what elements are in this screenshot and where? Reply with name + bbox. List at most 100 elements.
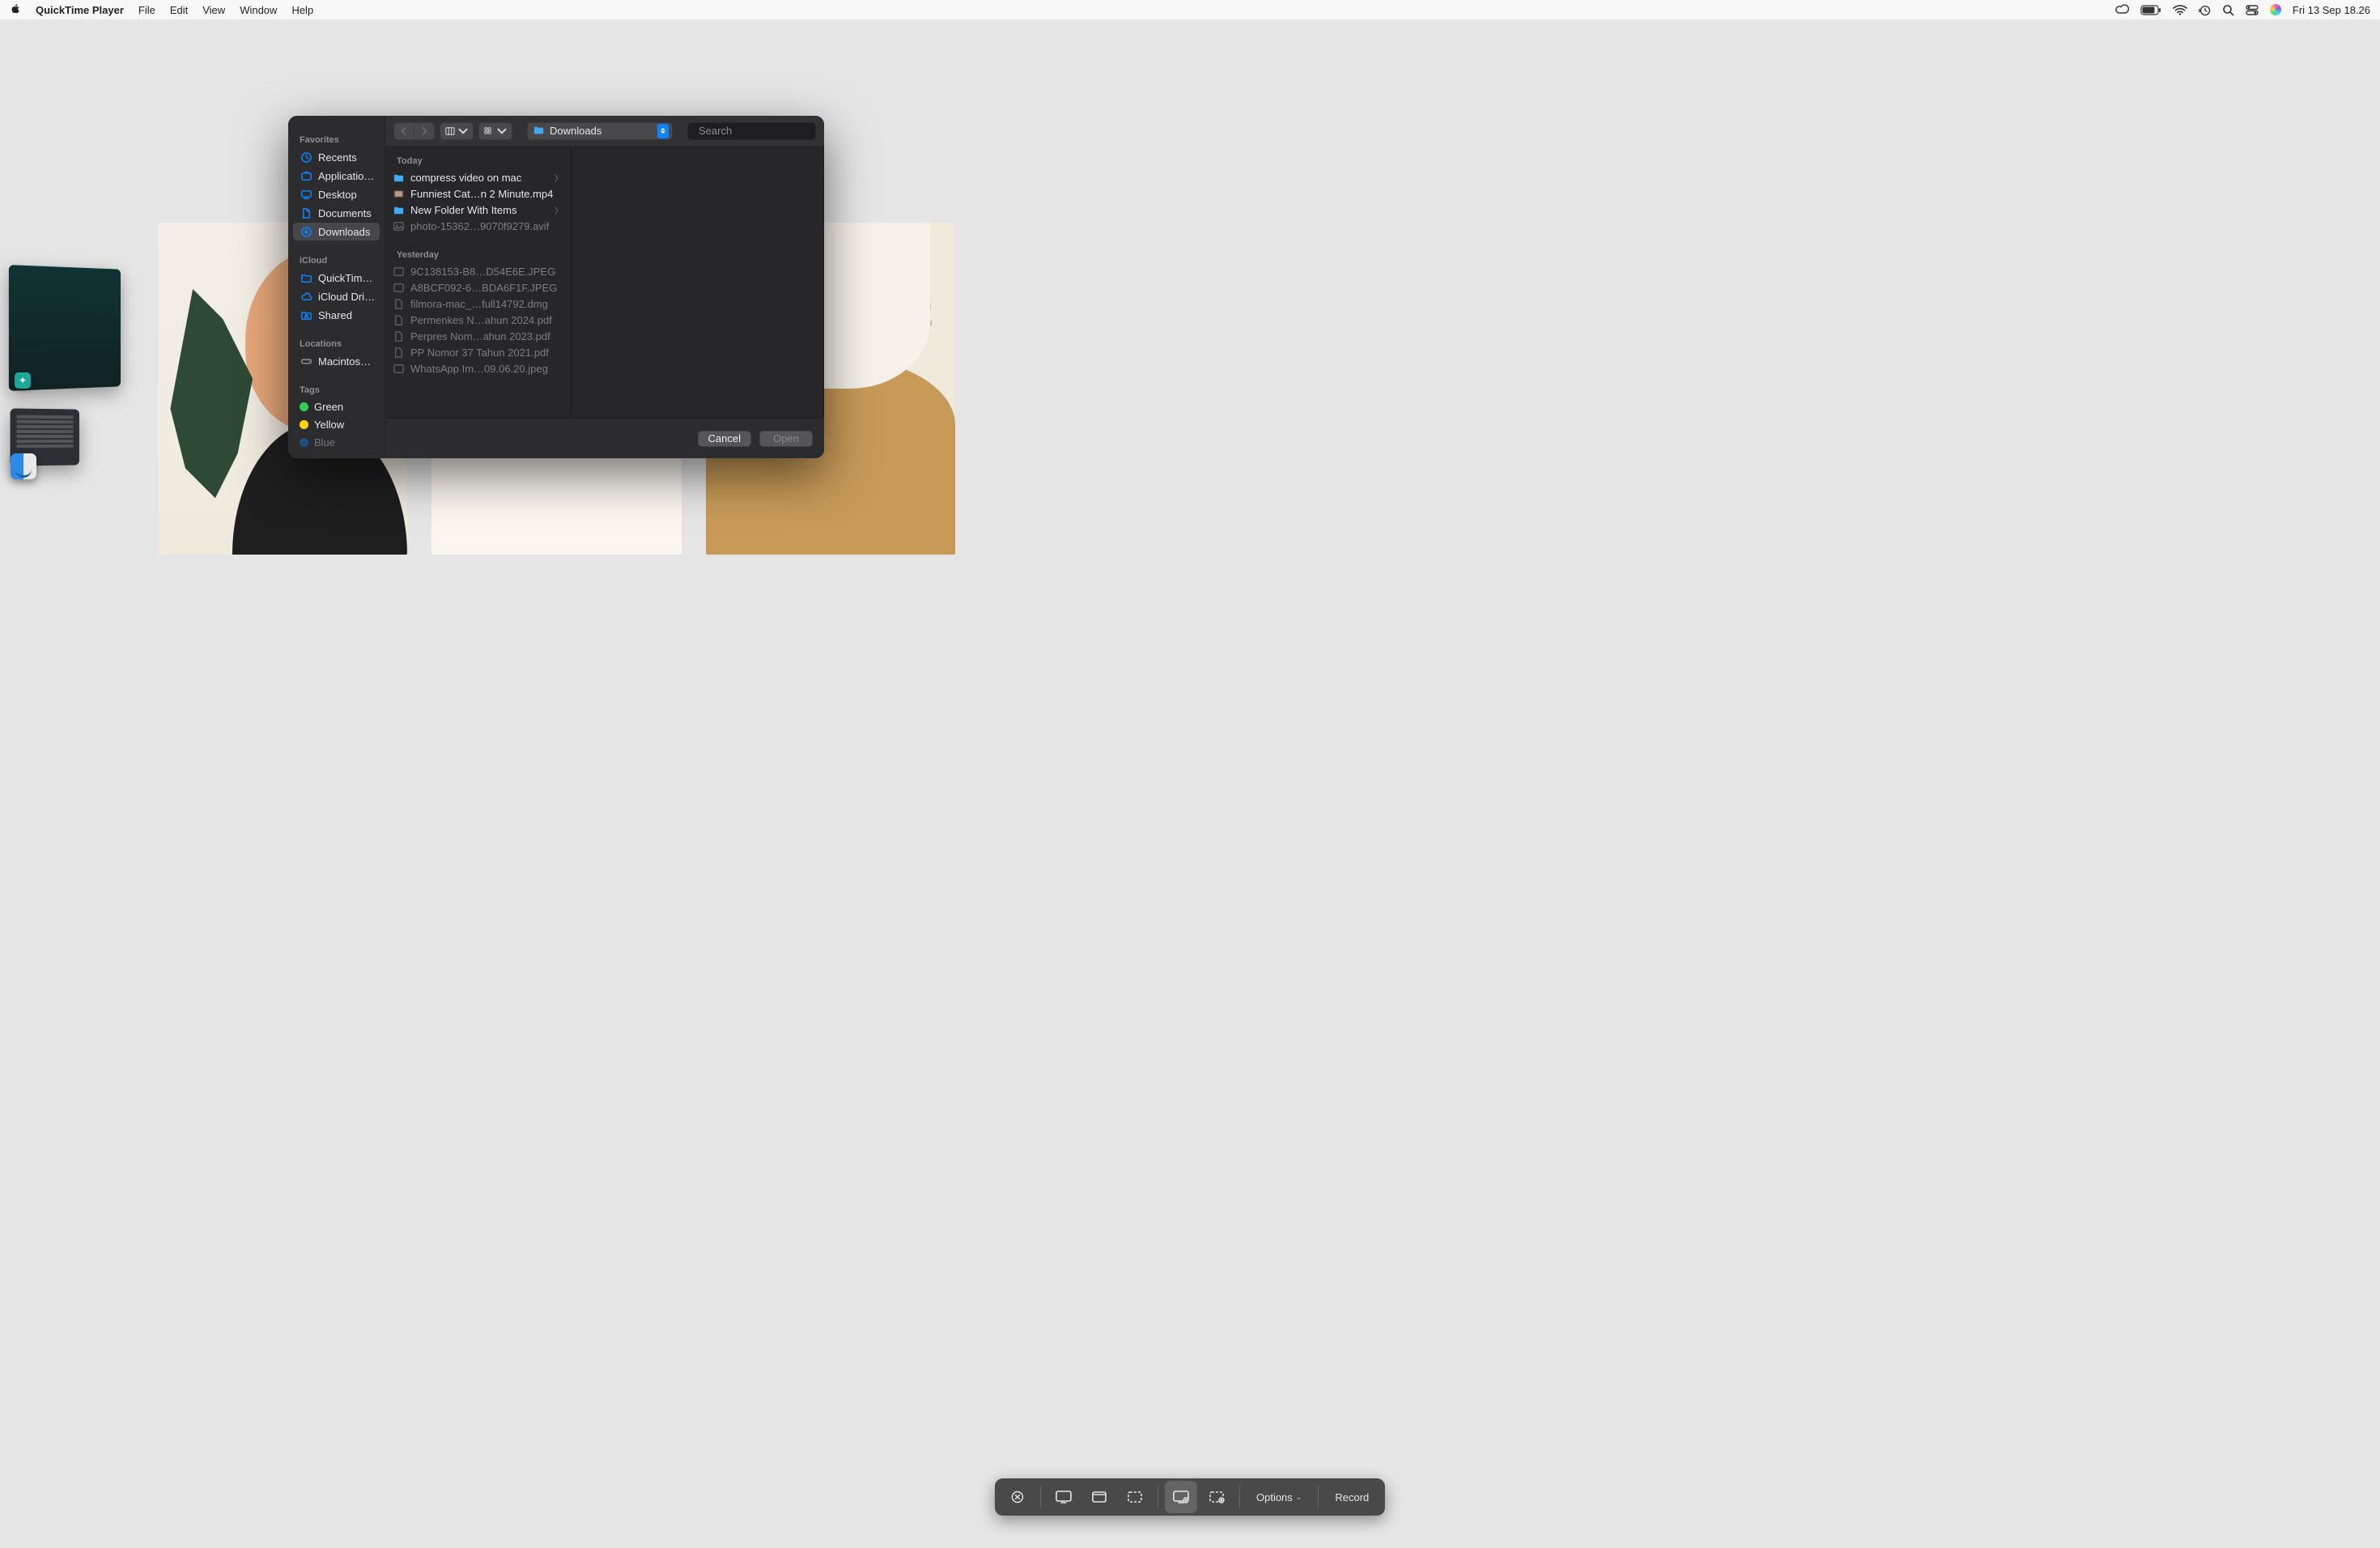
screenshot-toolbar: Options⌄ Record [995, 1478, 1385, 1516]
sidebar-item-label: QuickTim… [318, 272, 372, 284]
record-button[interactable]: Record [1324, 1481, 1380, 1513]
sidebar-item-tag-yellow[interactable]: Yellow [293, 416, 380, 433]
file-name: photo-15362…9070f9279.avif [410, 220, 563, 232]
options-button[interactable]: Options⌄ [1245, 1481, 1313, 1513]
record-entire-screen-button[interactable] [1165, 1481, 1197, 1513]
apple-logo-icon[interactable] [10, 3, 21, 17]
image-icon [392, 265, 405, 278]
open-file-dialog: Favorites Recents Applicatio… Desktop Do… [288, 116, 824, 458]
sidebar-section-favorites: Favorites [293, 132, 380, 148]
folder-icon [392, 171, 405, 184]
file-column-2 [572, 147, 824, 418]
capture-selection-button[interactable] [1119, 1481, 1151, 1513]
disk-icon [300, 355, 312, 368]
sidebar-item-label: Green [314, 401, 343, 413]
sidebar-item-icloud-drive[interactable]: iCloud Dri… [293, 287, 380, 305]
chevron-right-icon: 〉 [555, 204, 563, 216]
creative-cloud-icon[interactable] [2114, 4, 2129, 15]
sidebar-item-quicktime-folder[interactable]: QuickTim… [293, 269, 380, 287]
tag-dot-icon [300, 402, 308, 411]
back-button[interactable] [393, 122, 414, 140]
sidebar-item-label: Documents [318, 207, 372, 219]
sidebar-item-label: Recents [318, 151, 357, 164]
search-input[interactable] [699, 125, 824, 137]
file-name: compress video on mac [410, 172, 549, 184]
tag-dot-icon [300, 438, 308, 447]
nav-back-forward [393, 122, 435, 140]
sidebar-item-shared[interactable]: Shared [293, 306, 380, 324]
time-machine-icon[interactable] [2199, 4, 2211, 16]
file-row[interactable]: filmora-mac_…full14792.dmg [385, 296, 571, 312]
sidebar-item-tag-blue[interactable]: Blue [293, 434, 380, 451]
battery-icon[interactable] [2140, 5, 2161, 15]
app-icon-finder[interactable] [11, 453, 36, 479]
file-row[interactable]: Permenkes N…ahun 2024.pdf [385, 312, 571, 328]
view-columns-button[interactable] [440, 122, 474, 140]
file-row[interactable]: A8BCF092-6…BDA6F1F.JPEG [385, 279, 571, 296]
sidebar-item-macintosh-hd[interactable]: Macintos… [293, 352, 380, 370]
file-row[interactable]: Funniest Cat…n 2 Minute.mp4 [385, 185, 571, 202]
app-icon-filmora[interactable]: ✦ [15, 372, 31, 389]
menu-edit[interactable]: Edit [170, 4, 188, 16]
file-row[interactable]: PP Nomor 37 Tahun 2021.pdf [385, 344, 571, 360]
document-icon [392, 313, 405, 326]
spotlight-icon[interactable] [2222, 4, 2234, 16]
search-field[interactable] [687, 122, 816, 140]
sidebar-item-downloads[interactable]: Downloads [293, 223, 380, 240]
menu-file[interactable]: File [138, 4, 155, 16]
file-row[interactable]: 9C138153-B8…D54E6E.JPEG [385, 263, 571, 279]
record-label: Record [1335, 1491, 1369, 1503]
sidebar-item-tag-green[interactable]: Green [293, 398, 380, 415]
file-row[interactable]: Perpres Nom…ahun 2023.pdf [385, 328, 571, 344]
clock-icon [300, 151, 312, 164]
close-toolbar-button[interactable] [1001, 1481, 1034, 1513]
open-button[interactable]: Open [759, 431, 813, 447]
sidebar-item-documents[interactable]: Documents [293, 204, 380, 222]
wifi-icon[interactable] [2173, 5, 2187, 15]
options-label: Options [1256, 1491, 1293, 1503]
menubar-clock[interactable]: Fri 13 Sep 18.26 [2293, 4, 2370, 16]
menubar-status: Fri 13 Sep 18.26 [2114, 4, 2370, 16]
forward-button[interactable] [414, 122, 435, 140]
menu-view[interactable]: View [202, 4, 225, 16]
cloud-icon [300, 290, 312, 303]
sidebar-section-locations: Locations [293, 336, 380, 352]
sidebar-item-label: Downloads [318, 226, 370, 238]
file-row[interactable]: WhatsApp Im…09.06.20.jpeg [385, 360, 571, 376]
chevron-down-icon [458, 126, 468, 136]
sidebar-item-desktop[interactable]: Desktop [293, 185, 380, 203]
dialog-footer: Cancel Open [385, 418, 824, 458]
wallpaper-art-3-text: LINE [855, 296, 935, 334]
sidebar-section-tags: Tags [293, 382, 380, 398]
chevron-right-icon: 〉 [555, 172, 563, 184]
sidebar-item-applications[interactable]: Applicatio… [293, 167, 380, 185]
sidebar-item-label: Shared [318, 309, 352, 321]
file-name: 9C138153-B8…D54E6E.JPEG [410, 266, 563, 278]
cancel-button[interactable]: Cancel [698, 431, 751, 447]
file-row[interactable]: photo-15362…9070f9279.avif [385, 218, 571, 234]
dialog-sidebar: Favorites Recents Applicatio… Desktop Do… [288, 116, 385, 458]
shared-folder-icon [300, 308, 312, 321]
control-center-icon[interactable] [2246, 5, 2259, 15]
open-button-label: Open [773, 432, 799, 444]
document-icon [392, 297, 405, 310]
sidebar-item-recents[interactable]: Recents [293, 148, 380, 166]
capture-entire-screen-button[interactable] [1048, 1481, 1080, 1513]
app-name[interactable]: QuickTime Player [36, 4, 124, 16]
location-popup[interactable]: Downloads [527, 122, 673, 140]
file-name: PP Nomor 37 Tahun 2021.pdf [410, 347, 563, 359]
record-selection-button[interactable] [1201, 1481, 1233, 1513]
file-column-1[interactable]: Today compress video on mac 〉 Funniest C… [385, 147, 572, 418]
document-icon [300, 206, 312, 219]
file-name: WhatsApp Im…09.06.20.jpeg [410, 363, 563, 375]
menu-window[interactable]: Window [240, 4, 277, 16]
dialog-main: Downloads Today compress video on mac [385, 116, 824, 458]
file-row[interactable]: New Folder With Items 〉 [385, 202, 571, 218]
file-row[interactable]: compress video on mac 〉 [385, 169, 571, 185]
menu-help[interactable]: Help [291, 4, 313, 16]
siri-icon[interactable] [2270, 4, 2281, 15]
group-by-button[interactable] [478, 122, 512, 140]
group-title: Yesterday [385, 245, 571, 263]
capture-window-button[interactable] [1083, 1481, 1116, 1513]
sidebar-item-label: Applicatio… [318, 170, 374, 182]
